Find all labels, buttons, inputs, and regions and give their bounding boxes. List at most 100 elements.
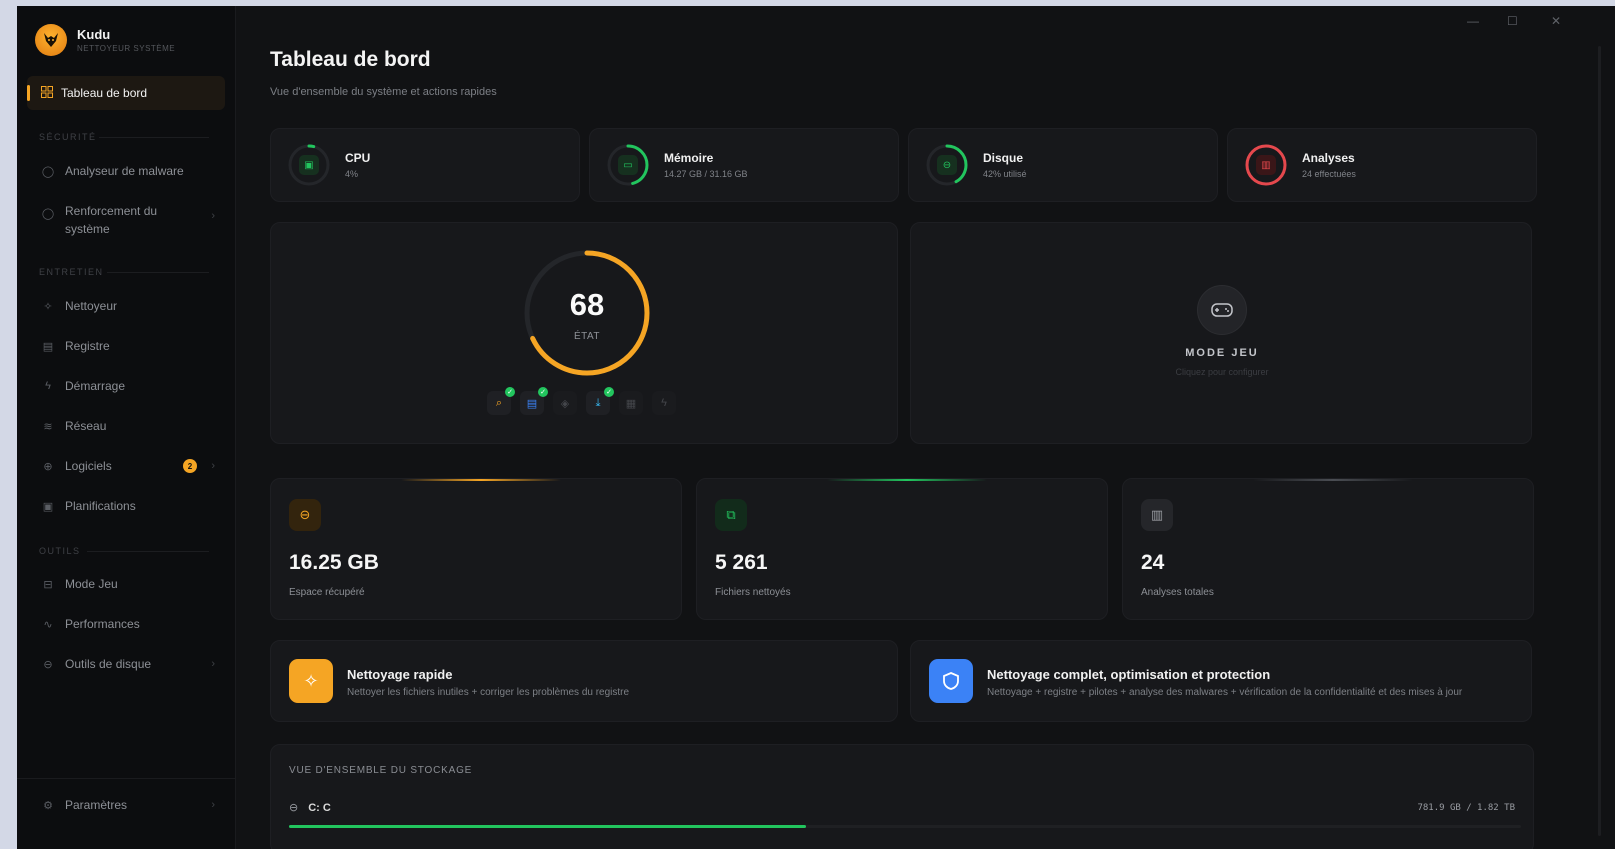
storage-title: VUE D'ENSEMBLE DU STOCKAGE [289, 765, 473, 776]
sidebar-item-performance[interactable]: ∿ Performances [27, 607, 225, 641]
bar-chart-icon: ▥ [1256, 155, 1276, 175]
hard-drive-icon: ⊖ [289, 499, 321, 531]
chevron-right-icon: › [211, 799, 215, 811]
shield-icon: ◯ [41, 165, 55, 178]
sidebar-item-startup[interactable]: ϟ Démarrage [27, 369, 225, 403]
sidebar-item-hardening[interactable]: ◯ Renforcement du système › [27, 196, 225, 242]
grid-icon [41, 85, 53, 101]
stat-label: Analyses [1302, 151, 1355, 165]
drive-usage-bar [289, 825, 1521, 828]
sidebar-item-dashboard[interactable]: Tableau de bord [27, 76, 225, 110]
main-content: Tableau de bord Vue d'ensemble du systèm… [236, 6, 1615, 849]
sidebar-item-cleaner[interactable]: ✧ Nettoyeur [27, 289, 225, 323]
sidebar-item-game-mode[interactable]: ⊟ Mode Jeu [27, 567, 225, 601]
divider [87, 551, 209, 552]
game-mode-title: MODE JEU [1185, 347, 1259, 359]
count-badge: 2 [183, 459, 197, 473]
drive-usage-fill [289, 825, 807, 828]
total-card-scans: ▥ 24 Analyses totales [1122, 478, 1534, 620]
total-value: 16.25 GB [289, 551, 379, 574]
sidebar-item-label: Mode Jeu [65, 577, 118, 591]
total-label: Fichiers nettoyés [715, 587, 791, 598]
quick-clean-button[interactable]: ✧ Nettoyage rapide Nettoyer les fichiers… [270, 640, 898, 722]
grid-icon: ▦ [619, 391, 643, 415]
stat-ring: ⊖ [925, 143, 969, 187]
chevron-right-icon: › [211, 210, 215, 222]
full-clean-button[interactable]: Nettoyage complet, optimisation et prote… [910, 640, 1532, 722]
sidebar-item-schedules[interactable]: ▣ Planifications [27, 489, 225, 523]
drive-size: 781.9 GB / 1.82 TB [1417, 803, 1515, 813]
sidebar-item-label: Analyseur de malware [65, 164, 184, 178]
sidebar-item-software[interactable]: ⊕ Logiciels 2 › [27, 449, 225, 483]
card-accent [827, 479, 987, 481]
calendar-icon: ▣ [42, 500, 54, 513]
activity-icon: ∿ [43, 618, 53, 631]
stat-value: 4% [345, 169, 359, 179]
shield-check-icon: ◯ [41, 207, 55, 220]
app-window: Kudu NETTOYEUR SYSTÈME Tableau de bord S… [17, 6, 1615, 849]
bar-chart-icon: ▥ [1141, 499, 1173, 531]
total-value: 24 [1141, 551, 1165, 574]
stat-value: 14.27 GB / 31.16 GB [664, 169, 748, 179]
card-accent [1253, 479, 1413, 481]
stat-ring: ▥ [1244, 143, 1288, 187]
stat-label: Disque [983, 151, 1024, 165]
section-title-tools: OUTILS [39, 546, 81, 556]
sidebar-item-label: Réseau [65, 419, 107, 433]
action-subtitle: Nettoyage + registre + pilotes + analyse… [987, 687, 1463, 698]
gear-icon: ⚙ [43, 799, 53, 812]
stat-card-cpu[interactable]: ▣ CPU 4% [270, 128, 580, 202]
sidebar-item-network[interactable]: ≋ Réseau [27, 409, 225, 443]
game-mode-card[interactable]: MODE JEU Cliquez pour configurer [910, 222, 1532, 444]
stat-ring: ▣ [287, 143, 331, 187]
sidebar-item-label: Démarrage [65, 379, 126, 393]
card-accent [401, 479, 561, 481]
sidebar-item-registry[interactable]: ▤ Registre [27, 329, 225, 363]
stat-card-disk[interactable]: ⊖ Disque 42% utilisé [908, 128, 1218, 202]
action-title: Nettoyage rapide [347, 667, 453, 682]
gamepad-icon [1197, 285, 1247, 335]
database-icon: ▤ ✓ [520, 387, 548, 415]
drive-name: C: C [308, 801, 331, 814]
health-gauge: 68 ÉTAT [519, 245, 655, 381]
game-mode-hint: Cliquez pour configurer [1175, 367, 1269, 377]
sidebar-item-label: Performances [65, 617, 140, 631]
zap-icon: ϟ [652, 391, 676, 415]
app-name: Kudu [77, 27, 111, 42]
shield-icon [929, 659, 973, 703]
sparkles-icon: ✧ [289, 659, 333, 703]
scrollbar[interactable] [1598, 46, 1601, 836]
health-label: ÉTAT [573, 331, 601, 342]
drive-row[interactable]: ⊖ C: C [289, 801, 331, 815]
section-title-security: SÉCURITÉ [39, 132, 97, 142]
files-icon: ⧉ [715, 499, 747, 531]
shield-icon: ◈ [553, 391, 577, 415]
memory-icon: ▭ [618, 155, 638, 175]
total-card-space: ⊖ 16.25 GB Espace récupéré [270, 478, 682, 620]
kudu-logo-icon [35, 24, 67, 56]
brand: Kudu NETTOYEUR SYSTÈME [35, 24, 175, 56]
hard-drive-icon: ⊖ [937, 155, 957, 175]
section-title-maintenance: ENTRETIEN [39, 267, 104, 277]
app-subtitle: NETTOYEUR SYSTÈME [77, 44, 176, 53]
sidebar-item-malware[interactable]: ◯ Analyseur de malware [27, 154, 225, 188]
sidebar-item-label: Nettoyeur [65, 299, 118, 313]
page-subtitle: Vue d'ensemble du système et actions rap… [270, 86, 497, 98]
sidebar-item-disk-tools[interactable]: ⊖ Outils de disque › [27, 647, 225, 681]
total-value: 5 261 [715, 551, 768, 574]
action-title: Nettoyage complet, optimisation et prote… [987, 667, 1271, 682]
stat-card-memory[interactable]: ▭ Mémoire 14.27 GB / 31.16 GB [589, 128, 899, 202]
check-icon: ✓ [538, 387, 548, 397]
stat-value: 42% utilisé [983, 169, 1027, 179]
divider [99, 137, 209, 138]
total-label: Analyses totales [1141, 587, 1214, 598]
stat-label: Mémoire [664, 151, 714, 165]
health-check-icons: ⌕ ✓ ▤ ✓ ◈ ⤓ ✓ ▦ ϟ [487, 387, 676, 415]
divider [107, 272, 209, 273]
stat-value: 24 effectuées [1302, 169, 1356, 179]
check-icon: ✓ [604, 387, 614, 397]
stat-card-scans[interactable]: ▥ Analyses 24 effectuées [1227, 128, 1537, 202]
sidebar-item-label: Planifications [65, 499, 136, 513]
check-icon: ✓ [505, 387, 515, 397]
sidebar-item-settings[interactable]: ⚙ Paramètres › [27, 788, 225, 822]
